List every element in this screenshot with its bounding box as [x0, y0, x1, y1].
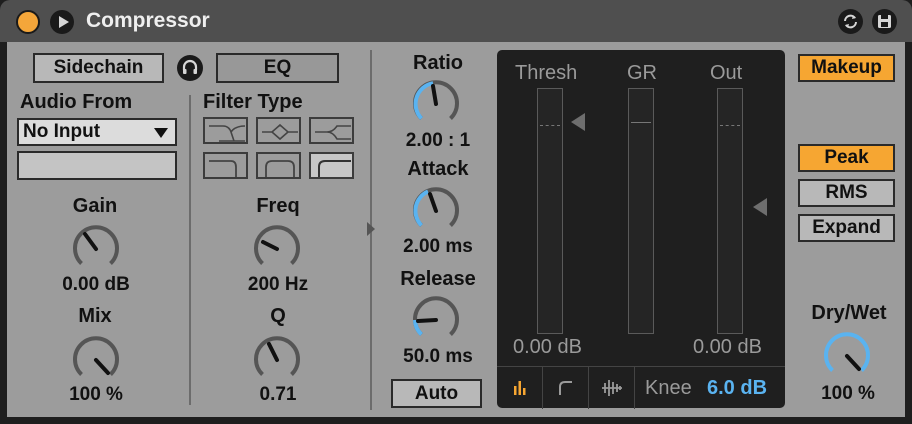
device-title: Compressor — [86, 9, 210, 32]
release-knob[interactable] — [406, 290, 466, 350]
ratio-value: 2.00 : 1 — [405, 130, 471, 151]
gain-knob[interactable] — [66, 219, 126, 279]
q-label: Q — [270, 305, 286, 327]
freq-label: Freq — [256, 195, 300, 217]
chevron-down-icon — [154, 128, 168, 138]
filter-notch-button[interactable] — [256, 152, 301, 179]
output-meter — [717, 88, 743, 334]
out-label: Out — [710, 62, 743, 84]
meter-display: Thresh GR Out 0.00 dB 0.00 dB Knee 6.0 d… — [497, 50, 785, 409]
q-value: 0.71 — [259, 384, 297, 405]
ratio-knob[interactable] — [406, 74, 466, 134]
thresh-label: Thresh — [515, 62, 578, 84]
expand-mode-button[interactable]: Expand — [798, 214, 895, 242]
makeup-toggle[interactable]: Makeup — [798, 54, 895, 82]
waveform-view-icon[interactable] — [589, 367, 635, 409]
freq-knob[interactable] — [247, 219, 307, 279]
meter-tick — [720, 125, 740, 126]
attack-knob[interactable] — [406, 181, 466, 241]
ratio-label: Ratio — [413, 52, 463, 74]
threshold-slider-handle[interactable] — [571, 113, 585, 131]
audio-from-value: No Input — [23, 121, 101, 142]
activity-view-icon[interactable] — [497, 367, 543, 409]
gain-label: Gain — [72, 195, 118, 217]
attack-value: 2.00 ms — [403, 236, 473, 257]
compressor-device: Compressor Sidechain EQ Audio From No In… — [0, 0, 912, 424]
device-power-toggle[interactable] — [16, 10, 40, 34]
auto-release-toggle[interactable]: Auto — [391, 379, 482, 408]
sidechain-expand-icon[interactable] — [367, 222, 375, 236]
filter-high-shelf-button[interactable] — [309, 152, 354, 179]
play-icon[interactable] — [50, 10, 74, 34]
release-value: 50.0 ms — [403, 346, 473, 367]
audio-from-dropdown[interactable]: No Input — [17, 118, 177, 146]
threshold-value[interactable]: 0.00 dB — [513, 336, 582, 359]
filter-low-shelf-button[interactable] — [203, 152, 248, 179]
output-value[interactable]: 0.00 dB — [693, 336, 762, 359]
filter-bandpass-button[interactable] — [256, 117, 301, 144]
headphones-icon[interactable] — [177, 55, 203, 81]
knee-value[interactable]: 6.0 dB — [707, 377, 767, 400]
mix-label: Mix — [78, 305, 112, 327]
attack-label: Attack — [407, 158, 469, 180]
mix-value: 100 % — [69, 384, 123, 405]
hot-swap-icon[interactable] — [838, 9, 863, 34]
output-gain-slider-handle[interactable] — [753, 198, 767, 216]
audio-from-label: Audio From — [20, 91, 133, 113]
mix-knob[interactable] — [66, 330, 126, 390]
sidechain-toggle[interactable]: Sidechain — [33, 53, 164, 83]
filter-highpass-button[interactable] — [309, 117, 354, 144]
rms-mode-button[interactable]: RMS — [798, 179, 895, 207]
gain-value: 0.00 dB — [62, 274, 130, 295]
peak-mode-button[interactable]: Peak — [798, 144, 895, 172]
threshold-meter[interactable] — [537, 88, 563, 334]
meter-tick — [631, 122, 651, 123]
filter-type-label: Filter Type — [203, 91, 303, 113]
gain-reduction-meter — [628, 88, 654, 334]
title-bar: Compressor — [0, 0, 912, 42]
display-tab-bar: Knee 6.0 dB — [497, 366, 785, 409]
dry-wet-label: Dry/Wet — [811, 302, 887, 324]
gr-label: GR — [627, 62, 657, 84]
filter-lowpass-button[interactable] — [203, 117, 248, 144]
sidechain-eq-toggle[interactable]: EQ — [216, 53, 339, 83]
transfer-curve-icon[interactable] — [543, 367, 589, 409]
meter-tick — [540, 125, 560, 126]
dry-wet-knob[interactable] — [817, 326, 877, 386]
save-preset-icon[interactable] — [872, 9, 897, 34]
release-label: Release — [400, 268, 476, 290]
audio-channel-dropdown[interactable] — [17, 151, 177, 180]
section-divider — [189, 95, 191, 405]
knee-label: Knee — [645, 377, 692, 399]
dry-wet-value: 100 % — [821, 383, 875, 404]
freq-value: 200 Hz — [247, 274, 309, 295]
q-knob[interactable] — [247, 330, 307, 390]
